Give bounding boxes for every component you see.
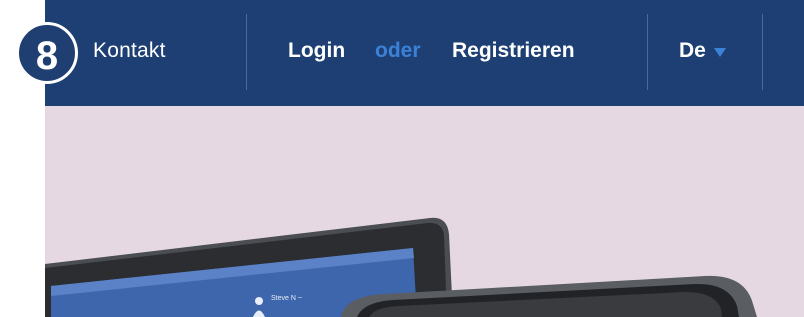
step-badge: 8 (16, 22, 78, 84)
contact-link[interactable]: Kontakt (93, 38, 166, 64)
language-label: De (679, 39, 706, 62)
caret-down-icon (713, 47, 726, 57)
login-link[interactable]: Login (288, 38, 345, 64)
hero-section: Steve N ~ (45, 106, 804, 317)
nav-divider (762, 14, 763, 90)
device-user-label: Steve N ~ (271, 295, 302, 302)
language-selector[interactable]: De (679, 38, 726, 64)
register-link[interactable]: Registrieren (452, 38, 575, 64)
devices-illustration: Steve N ~ (45, 217, 757, 317)
nav-divider (246, 14, 247, 90)
nav-divider (647, 14, 648, 90)
or-separator-text: oder (375, 39, 421, 62)
user-avatar-icon (255, 297, 263, 305)
